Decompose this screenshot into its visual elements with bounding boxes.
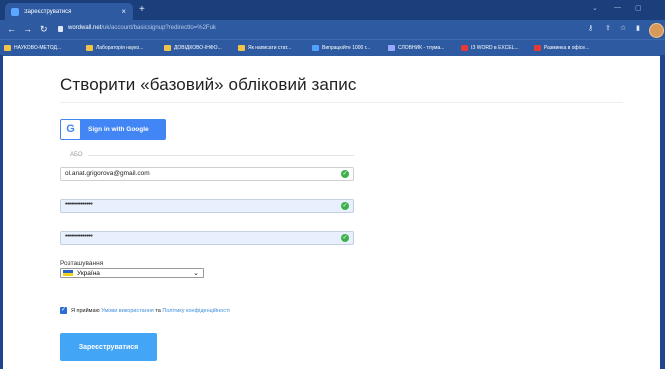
new-tab-icon[interactable]: + [139,3,145,17]
location-label: Розташування [60,260,104,267]
youtube-icon [461,44,468,51]
bookmark-label: ДОВІДКОВО-ІНФО... [174,44,222,51]
back-icon[interactable]: ← [7,24,16,34]
google-signin-label: Sign in with Google [88,126,149,133]
profile-avatar[interactable] [649,23,664,38]
bookmark-label: Як написати стат... [248,44,292,51]
valid-check-icon: ✓ [341,234,349,242]
or-separator-label: АБО [70,152,83,158]
window-border-left [0,55,3,369]
address-bar: ← → ↻ wordwall.net/uk/account/basicsignu… [0,20,665,39]
google-signin-button[interactable]: G Sign in with Google [60,119,166,140]
chevron-down-icon[interactable]: ⌄ [592,4,598,12]
lock-icon[interactable] [58,26,63,32]
url-host: wordwall.net [68,25,102,31]
bookmark-item[interactable]: ДОВІДКОВО-ІНФО... [164,43,222,52]
tab-strip: Зареєструватися × + ⌄ — ▢ [0,0,665,20]
valid-check-icon: ✓ [341,170,349,178]
bookmark-item[interactable]: Лабораторія науко... [86,43,143,52]
or-divider [88,155,354,156]
privacy-policy-link[interactable]: Політику конфіденційності [162,308,229,314]
forward-icon[interactable]: → [23,24,32,34]
google-logo-icon: G [61,120,80,139]
terms-of-use-link[interactable]: Умови використання [101,308,154,314]
bookmark-item[interactable]: Разминка в офісе... [534,43,589,52]
bookmark-label: ІЗ WORD в EXCEL... [471,44,519,51]
google-letter: G [66,123,75,135]
sidebar-icon[interactable]: ▮ [636,25,640,33]
title-divider [60,102,623,103]
bookmark-item[interactable]: НАУКОВО-МЕТОД... [4,43,61,52]
country-select[interactable]: Україна ⌄ [60,268,204,278]
terms-row: ✓ Я приймаю Умови використання та Політи… [60,307,230,314]
document-icon [238,44,245,51]
bookmark-item[interactable]: Як написати стат... [238,43,291,52]
country-value: Україна [77,269,100,277]
close-tab-icon[interactable]: × [121,7,126,16]
terms-checkbox[interactable]: ✓ [60,307,67,314]
terms-and: та [155,307,161,314]
bookmark-label: СЛОВНИК - тлума... [398,44,445,51]
page-title: Створити «базовий» обліковий запис [60,75,357,94]
window-border-right [660,55,665,369]
reload-icon[interactable]: ↻ [40,24,48,34]
bookmark-item[interactable]: СЛОВНИК - тлума... [388,43,444,52]
bookmarks-bar: НАУКОВО-МЕТОД... Лабораторія науко... ДО… [0,39,665,56]
wordwall-favicon-icon [11,7,19,16]
confirm-password-value: •••••••••••••• [65,233,93,240]
password-field[interactable]: •••••••••••••• ✓ [60,199,354,213]
ukraine-flag-icon [63,270,73,276]
browser-tab[interactable]: Зареєструватися × [5,3,133,20]
register-button[interactable]: Зареєструватися [60,333,157,361]
bookmark-label: Лабораторія науко... [96,44,144,51]
globe-icon [312,44,319,51]
minimize-icon[interactable]: — [614,4,621,11]
bookmark-item[interactable]: Випрацюйте 1000 г... [312,43,370,52]
email-value: ol.anat.grigorova@gmail.com [65,170,150,177]
password-value: •••••••••••••• [65,201,93,208]
url-field[interactable]: wordwall.net/uk/account/basicsignup?redi… [68,25,216,31]
confirm-password-field[interactable]: •••••••••••••• ✓ [60,231,354,245]
share-icon[interactable]: ⇪ [605,25,611,33]
key-icon[interactable]: ⚷ [588,25,593,33]
terms-text: Я приймаю Умови використання та Політику… [71,308,230,314]
maximize-icon[interactable]: ▢ [635,4,642,12]
url-path: /uk/account/basicsignup?redirectto=%2Fuk [101,25,216,31]
dictionary-icon [388,44,395,51]
folder-icon [4,44,11,51]
youtube-icon [534,44,541,51]
terms-prefix: Я приймаю [71,307,100,314]
bookmark-label: Разминка в офісе... [544,44,590,51]
chevron-down-icon: ⌄ [193,269,199,277]
valid-check-icon: ✓ [341,202,349,210]
tab-title: Зареєструватися [24,8,72,15]
bookmark-label: Випрацюйте 1000 г... [322,44,371,51]
star-icon[interactable]: ☆ [620,25,626,33]
email-field[interactable]: ol.anat.grigorova@gmail.com ✓ [60,167,354,181]
folder-icon [86,44,93,51]
bookmark-item[interactable]: ІЗ WORD в EXCEL... [461,43,519,52]
bookmark-icon [164,44,171,51]
bookmark-label: НАУКОВО-МЕТОД... [14,44,62,51]
